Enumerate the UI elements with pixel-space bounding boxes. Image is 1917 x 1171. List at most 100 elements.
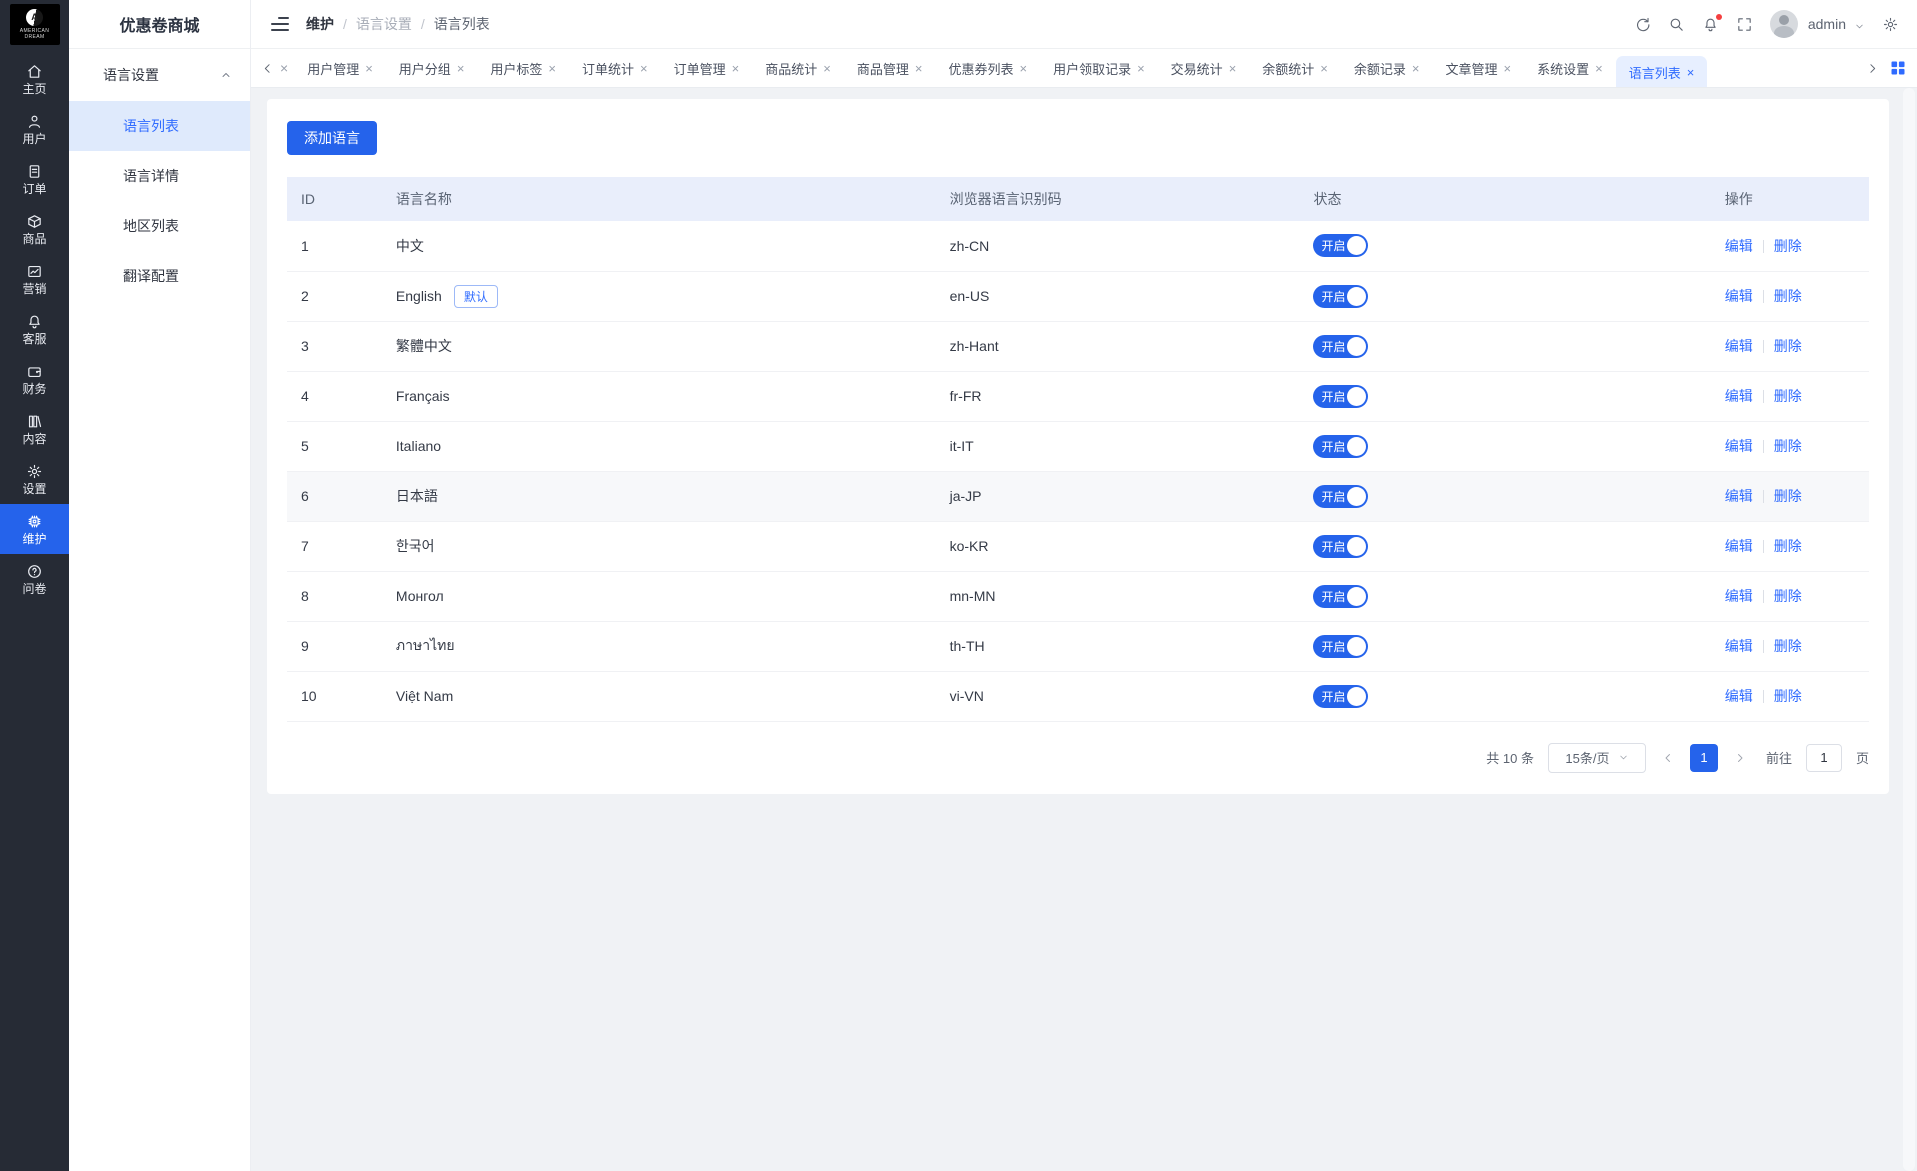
edit-link[interactable]: 编辑 xyxy=(1725,288,1753,304)
breadcrumb-item-language-settings[interactable]: 语言设置 xyxy=(356,14,412,34)
edit-link[interactable]: 编辑 xyxy=(1725,538,1753,554)
edit-link[interactable]: 编辑 xyxy=(1725,388,1753,404)
sidebar-item-maintenance[interactable]: 维护 xyxy=(0,504,69,554)
tab[interactable]: 文章管理 × xyxy=(1433,49,1525,87)
tab-options-grid-icon[interactable] xyxy=(1883,49,1907,87)
sidebar-item-finance[interactable]: 财务 xyxy=(0,354,69,404)
tab[interactable]: 系统设置 × xyxy=(1524,49,1616,87)
submenu-item-translation-config[interactable]: 翻译配置 xyxy=(69,251,250,301)
submenu-item-region-list[interactable]: 地区列表 xyxy=(69,201,250,251)
tab[interactable]: 用户分组 × xyxy=(386,49,478,87)
sidebar-item-goods[interactable]: 商品 xyxy=(0,204,69,254)
tab-close-icon[interactable]: × xyxy=(732,62,740,75)
status-toggle[interactable]: 开启 xyxy=(1313,484,1369,508)
submenu-group-language-settings[interactable]: 语言设置 xyxy=(69,49,250,101)
sidebar-item-content[interactable]: 内容 xyxy=(0,404,69,454)
edit-link[interactable]: 编辑 xyxy=(1725,238,1753,254)
submenu-item-language-list[interactable]: 语言列表 xyxy=(69,101,250,151)
tab[interactable]: 用户管理 × xyxy=(294,49,386,87)
scrollbar-track[interactable] xyxy=(1903,88,1915,1171)
status-toggle[interactable]: 开启 xyxy=(1313,334,1369,358)
tabs-scroll-right-icon[interactable] xyxy=(1862,49,1883,87)
search-icon[interactable] xyxy=(1668,16,1685,33)
notification-bell-icon[interactable] xyxy=(1702,13,1722,33)
chevron-down-icon[interactable] xyxy=(1854,19,1865,30)
username[interactable]: admin xyxy=(1808,16,1846,32)
delete-link[interactable]: 删除 xyxy=(1774,638,1802,654)
tab[interactable]: 订单管理 × xyxy=(661,49,753,87)
tab-close-icon[interactable]: × xyxy=(1019,62,1027,75)
tab-close-icon[interactable]: × xyxy=(1504,62,1512,75)
page-size-select[interactable]: 15条/页 xyxy=(1547,742,1646,773)
tab[interactable]: 订单统计 × xyxy=(569,49,661,87)
tab-close-icon[interactable]: × xyxy=(365,62,373,75)
tab-close-icon[interactable]: × xyxy=(1137,62,1145,75)
tab[interactable]: 商品管理 × xyxy=(844,49,936,87)
delete-link[interactable]: 删除 xyxy=(1774,338,1802,354)
refresh-icon[interactable] xyxy=(1634,16,1651,33)
delete-link[interactable]: 删除 xyxy=(1774,688,1802,704)
next-page-icon[interactable] xyxy=(1732,752,1748,764)
sidebar-item-orders[interactable]: 订单 xyxy=(0,154,69,204)
goto-page-input[interactable] xyxy=(1805,743,1842,772)
fullscreen-icon[interactable] xyxy=(1736,16,1753,33)
tab[interactable]: 优惠券列表 × xyxy=(935,49,1040,87)
tab[interactable]: 余额记录 × xyxy=(1341,49,1433,87)
delete-link[interactable]: 删除 xyxy=(1774,288,1802,304)
status-toggle[interactable]: 开启 xyxy=(1313,584,1369,608)
sidebar-item-home[interactable]: 主页 xyxy=(0,54,69,104)
edit-link[interactable]: 编辑 xyxy=(1725,588,1753,604)
delete-link[interactable]: 删除 xyxy=(1774,388,1802,404)
delete-link[interactable]: 删除 xyxy=(1774,438,1802,454)
tab[interactable]: 余额统计 × xyxy=(1249,49,1341,87)
page-number-1[interactable]: 1 xyxy=(1689,743,1718,772)
tab-close-icon[interactable]: × xyxy=(548,62,556,75)
tab-close-icon[interactable]: × xyxy=(823,62,831,75)
edit-link[interactable]: 编辑 xyxy=(1725,488,1753,504)
tab-close-icon[interactable]: × xyxy=(640,62,648,75)
clipped-tab-close-icon[interactable]: × xyxy=(278,49,294,87)
sidebar-item-support[interactable]: 客服 xyxy=(0,304,69,354)
tab-close-icon[interactable]: × xyxy=(457,62,465,75)
tabs-scroll-left-icon[interactable] xyxy=(257,49,278,87)
tab-close-icon[interactable]: × xyxy=(1229,62,1237,75)
tab[interactable]: 用户标签 × xyxy=(477,49,569,87)
status-toggle[interactable]: 开启 xyxy=(1313,434,1369,458)
status-toggle[interactable]: 开启 xyxy=(1313,234,1369,258)
tab[interactable]: 用户领取记录 × xyxy=(1040,49,1158,87)
status-toggle[interactable]: 开启 xyxy=(1313,684,1369,708)
gear-icon[interactable] xyxy=(1882,16,1899,33)
edit-link[interactable]: 编辑 xyxy=(1725,338,1753,354)
breadcrumb-item-maintenance[interactable]: 维护 xyxy=(306,14,334,34)
prev-page-icon[interactable] xyxy=(1660,752,1676,764)
tab-close-icon[interactable]: × xyxy=(1412,62,1420,75)
tab-close-icon[interactable]: × xyxy=(1320,62,1328,75)
submenu-item-language-detail[interactable]: 语言详情 xyxy=(69,151,250,201)
tab[interactable]: 交易统计 × xyxy=(1158,49,1250,87)
cell-code: th-TH xyxy=(935,621,1300,672)
add-language-button[interactable]: 添加语言 xyxy=(287,121,377,155)
status-toggle[interactable]: 开启 xyxy=(1313,384,1369,408)
sidebar-item-survey[interactable]: 问卷 xyxy=(0,554,69,604)
tab-bar: × 用户管理 × 用户分组 × 用户标签 × 订单统计 × 订单管理 × 商品统… xyxy=(251,49,1917,88)
edit-link[interactable]: 编辑 xyxy=(1725,688,1753,704)
tab-close-icon[interactable]: × xyxy=(1595,62,1603,75)
delete-link[interactable]: 删除 xyxy=(1774,238,1802,254)
sidebar-fold-icon[interactable] xyxy=(271,17,289,31)
edit-link[interactable]: 编辑 xyxy=(1725,438,1753,454)
status-toggle[interactable]: 开启 xyxy=(1313,534,1369,558)
delete-link[interactable]: 删除 xyxy=(1774,538,1802,554)
sidebar-item-users[interactable]: 用户 xyxy=(0,104,69,154)
status-toggle[interactable]: 开启 xyxy=(1313,634,1369,658)
tab-close-icon[interactable]: × xyxy=(1687,66,1695,79)
tab[interactable]: 商品统计 × xyxy=(752,49,844,87)
tab[interactable]: 语言列表 × xyxy=(1615,56,1708,87)
edit-link[interactable]: 编辑 xyxy=(1725,638,1753,654)
status-toggle[interactable]: 开启 xyxy=(1313,284,1369,308)
delete-link[interactable]: 删除 xyxy=(1774,588,1802,604)
tab-close-icon[interactable]: × xyxy=(915,62,923,75)
avatar[interactable] xyxy=(1769,10,1798,38)
delete-link[interactable]: 删除 xyxy=(1774,488,1802,504)
sidebar-item-marketing[interactable]: 营销 xyxy=(0,254,69,304)
sidebar-item-settings[interactable]: 设置 xyxy=(0,454,69,504)
